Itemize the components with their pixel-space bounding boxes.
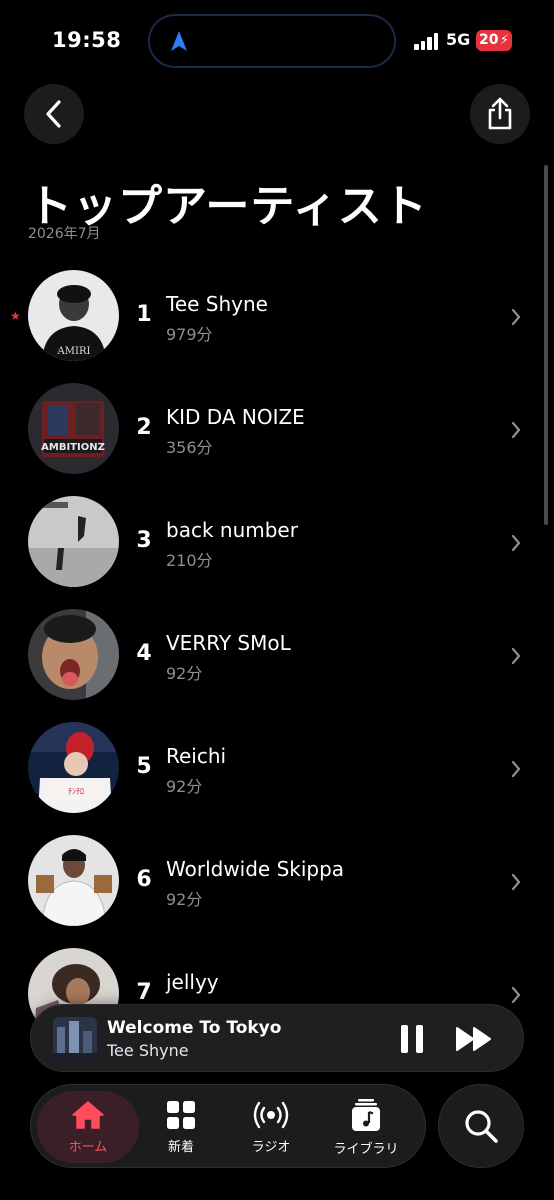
- tab-new[interactable]: 新着: [141, 1091, 221, 1163]
- page-subtitle: 2026年7月: [28, 226, 101, 242]
- tab-library[interactable]: ライブラリ: [323, 1091, 409, 1163]
- artist-rank: 1: [136, 302, 152, 327]
- dynamic-island[interactable]: [148, 14, 396, 68]
- tab-label: ホーム: [68, 1139, 108, 1155]
- chevron-right-icon: [511, 421, 521, 439]
- artist-minutes: 92分: [166, 664, 203, 683]
- artist-minutes: 979分: [166, 325, 213, 344]
- fast-forward-icon[interactable]: [455, 1025, 493, 1053]
- artist-name: Worldwide Skippa: [166, 857, 345, 881]
- artist-avatar: ﾁﾝﾁﾛ: [28, 722, 119, 813]
- now-playing-artist: Tee Shyne: [107, 1041, 189, 1060]
- artist-minutes: 356分: [166, 438, 213, 457]
- artist-minutes: 92分: [166, 777, 203, 796]
- chevron-left-icon: [46, 100, 61, 128]
- svg-text:AMBITIONZ: AMBITIONZ: [41, 442, 105, 453]
- home-icon: [72, 1100, 104, 1129]
- chevron-right-icon: [511, 647, 521, 665]
- battery-icon: 20 ⚡: [476, 30, 512, 51]
- radio-icon: [253, 1101, 289, 1128]
- artist-avatar: [28, 496, 119, 587]
- search-icon: [465, 1110, 498, 1143]
- chevron-right-icon: [511, 534, 521, 552]
- tab-label: 新着: [167, 1139, 194, 1155]
- artist-row[interactable]: 3 back number 210分: [0, 488, 554, 601]
- artist-row[interactable]: ﾁﾝﾁﾛ 5 Reichi 92分: [0, 714, 554, 827]
- now-playing-artwork: [53, 1017, 97, 1061]
- tab-home[interactable]: ホーム: [37, 1091, 139, 1163]
- artist-name: VERRY SMoL: [166, 631, 291, 655]
- share-icon: [488, 97, 512, 130]
- artist-avatar: [28, 835, 119, 926]
- charging-bolt-icon: ⚡: [499, 33, 509, 48]
- status-time: 19:58: [52, 28, 122, 52]
- tab-label: ライブラリ: [333, 1141, 399, 1157]
- grid-icon: [167, 1100, 195, 1129]
- tab-radio[interactable]: ラジオ: [231, 1091, 311, 1163]
- tab-label: ラジオ: [251, 1139, 291, 1155]
- battery-level: 20: [479, 32, 499, 48]
- artist-name: Reichi: [166, 744, 227, 768]
- artist-rank: 4: [136, 641, 152, 666]
- artist-minutes: 92分: [166, 890, 203, 909]
- status-bar: 19:58 5G 20 ⚡: [0, 0, 554, 80]
- cellular-signal-icon: [414, 32, 440, 50]
- search-button[interactable]: [438, 1084, 524, 1168]
- artist-name: Tee Shyne: [166, 292, 268, 316]
- artist-row[interactable]: 4 VERRY SMoL 92分: [0, 601, 554, 714]
- chevron-right-icon: [511, 308, 521, 326]
- artist-name: jellyy: [166, 970, 219, 994]
- artist-avatar: AMIRI: [28, 270, 119, 361]
- artist-rank: 2: [136, 415, 152, 440]
- artist-name: KID DA NOIZE: [166, 405, 305, 429]
- navigation-arrow-icon: [171, 31, 187, 51]
- library-icon: [352, 1098, 380, 1131]
- artist-row[interactable]: AMBITIONZ 2 KID DA NOIZE 356分: [0, 375, 554, 488]
- star-icon: ★: [10, 309, 21, 323]
- artist-rank: 3: [136, 528, 152, 553]
- artist-row[interactable]: 6 Worldwide Skippa 92分: [0, 827, 554, 940]
- chevron-right-icon: [511, 873, 521, 891]
- artist-row[interactable]: ★ AMIRI 1 Tee Shyne 979分: [0, 262, 554, 375]
- artist-minutes: 210分: [166, 551, 213, 570]
- artist-rank: 7: [136, 980, 152, 1005]
- svg-text:AMIRI: AMIRI: [57, 346, 91, 357]
- chevron-right-icon: [511, 760, 521, 778]
- chevron-right-icon: [511, 986, 521, 1004]
- artist-avatar: [28, 609, 119, 700]
- tab-bar: ホーム 新着 ラジオ ライブラリ: [30, 1084, 426, 1168]
- share-button[interactable]: [470, 84, 530, 144]
- artist-name: back number: [166, 518, 298, 542]
- artist-rank: 6: [136, 867, 152, 892]
- back-button[interactable]: [24, 84, 84, 144]
- pause-icon[interactable]: [399, 1023, 425, 1055]
- svg-text:ﾁﾝﾁﾛ: ﾁﾝﾁﾛ: [68, 787, 84, 796]
- artist-rank: 5: [136, 754, 152, 779]
- network-type: 5G: [446, 30, 471, 49]
- artist-avatar: AMBITIONZ: [28, 383, 119, 474]
- mini-player[interactable]: Welcome To Tokyo Tee Shyne: [30, 1004, 524, 1072]
- now-playing-title: Welcome To Tokyo: [107, 1018, 282, 1038]
